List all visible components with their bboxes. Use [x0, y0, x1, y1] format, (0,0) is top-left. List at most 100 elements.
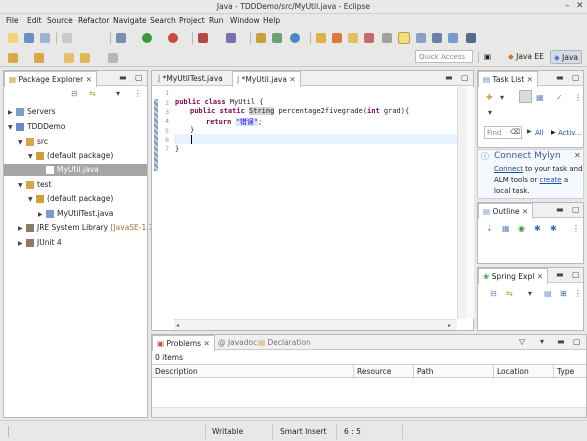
create-link[interactable]: create [539, 176, 561, 184]
maximize-icon[interactable]: ▢ [572, 73, 580, 82]
maximize-icon[interactable]: ▢ [573, 337, 581, 346]
toggle-mark-icon[interactable] [382, 33, 392, 43]
column-location[interactable]: Location [494, 365, 554, 379]
tree-item-myutil-java[interactable]: MyUtil.java [4, 164, 147, 176]
problems-horizontal-scrollbar[interactable] [152, 407, 586, 417]
previous-annotation-icon[interactable] [34, 53, 44, 63]
minimize-icon[interactable]: ▬ [556, 73, 564, 82]
next-annotation-icon[interactable] [8, 53, 18, 63]
collapse-all-icon[interactable]: ⊟ [490, 289, 497, 298]
tab-problems[interactable]: ▣ Problems ✕ [152, 335, 215, 351]
menu-help[interactable]: Help [263, 16, 280, 25]
menu-run[interactable]: Run [209, 16, 223, 25]
save-icon[interactable] [24, 33, 34, 43]
minimize-icon[interactable]: ▬ [119, 73, 127, 82]
filter-icon[interactable]: ▾ [528, 289, 532, 298]
column-type[interactable]: Type [554, 365, 586, 379]
tab-package-explorer[interactable]: ▦ Package Explorer ✕ [4, 71, 97, 87]
highlight-icon[interactable] [398, 32, 410, 44]
tree-item-src[interactable]: ▼ src [18, 136, 48, 148]
coverage-icon[interactable] [226, 33, 236, 43]
minimize-icon[interactable]: ▬ [557, 337, 565, 346]
column-path[interactable]: Path [414, 365, 494, 379]
search-icon[interactable] [348, 33, 358, 43]
perspective-java-ee[interactable]: ◆ Java EE [505, 50, 547, 64]
maximize-icon[interactable]: ▢ [572, 270, 580, 279]
hide-nonpublic-icon[interactable]: ✱ [534, 224, 541, 233]
tree-item-src-default-package[interactable]: ▼ (default package) [28, 150, 113, 162]
new-task-icon[interactable]: ✚ [486, 93, 493, 102]
stop-icon[interactable] [198, 33, 208, 43]
code-area[interactable]: public class MyUtil { public static Stri… [174, 87, 459, 317]
open-type-icon[interactable] [316, 33, 326, 43]
column-description[interactable]: Description [152, 365, 354, 379]
view-menu-icon[interactable]: ▾ [540, 337, 544, 346]
tree-item-tdddemo[interactable]: ▼ TDDDemo [8, 121, 65, 133]
maximize-icon[interactable]: ▢ [135, 73, 143, 82]
all-categories-link[interactable]: All [535, 129, 544, 137]
minimize-icon[interactable]: ▬ [556, 270, 564, 279]
tab-outline[interactable]: ▤ Outline ✕ [478, 203, 534, 219]
save-all-icon[interactable] [40, 33, 50, 43]
menu-file[interactable]: File [6, 16, 19, 25]
column-resource[interactable]: Resource [354, 365, 414, 379]
tree-item-myutiltest-java[interactable]: ▶ MyUtilTest.java [38, 208, 113, 220]
sort-icon[interactable]: ⇣ [486, 224, 493, 233]
close-icon[interactable]: ✕ [574, 151, 581, 160]
menu-refactor[interactable]: Refactor [78, 16, 109, 25]
menu-search[interactable]: Search [150, 16, 176, 25]
scheduled-icon[interactable]: ▦ [536, 93, 544, 102]
minimize-icon[interactable]: ▬ [556, 205, 564, 214]
collapse-all-icon[interactable]: ⊟ [71, 89, 78, 98]
open-task-icon[interactable] [332, 33, 342, 43]
filter-icon[interactable]: ▽ [519, 337, 525, 346]
debug-icon[interactable] [116, 33, 126, 43]
tab-myutiltest-java[interactable]: J *MyUtilTest.java [154, 71, 227, 86]
hide-completed-icon[interactable]: ✓ [556, 93, 563, 102]
tree-item-test-default-package[interactable]: ▼ (default package) [28, 193, 113, 205]
categorized-toggle[interactable] [519, 90, 532, 103]
vertical-scrollbar[interactable] [457, 87, 467, 319]
print-icon[interactable] [62, 33, 72, 43]
new-icon[interactable] [8, 33, 18, 43]
tree-item-test[interactable]: ▼ test [18, 179, 51, 191]
menu-project[interactable]: Project [179, 16, 205, 25]
view-menu-icon[interactable]: ⋮ [572, 224, 580, 233]
view-menu-icon[interactable]: ⋮ [134, 89, 142, 98]
new-task-dropdown-icon[interactable]: ▾ [500, 93, 504, 102]
show-beans-icon[interactable]: ⊞ [560, 289, 567, 298]
clear-find-icon[interactable]: ⌫ [510, 128, 520, 136]
hide-fields-icon[interactable]: ▦ [502, 224, 510, 233]
run-icon[interactable] [142, 33, 152, 43]
menu-navigate[interactable]: Navigate [113, 16, 147, 25]
close-window-icon[interactable]: ✕ [576, 1, 584, 11]
perspective-java[interactable]: ◆ Java [550, 50, 583, 64]
tab-declaration[interactable]: ▤ Declaration [254, 335, 315, 350]
word-wrap-icon[interactable] [448, 33, 458, 43]
annotation-icon[interactable] [364, 33, 374, 43]
tab-myutil-java[interactable]: J *MyUtil.java ✕ [232, 71, 301, 87]
link-editor-icon[interactable]: ⇆ [506, 289, 513, 298]
forward-icon[interactable] [108, 53, 118, 63]
back-icon[interactable] [80, 53, 90, 63]
external-tools-icon[interactable] [168, 33, 178, 43]
quick-access-input[interactable]: Quick Access [415, 50, 473, 63]
pin-icon[interactable] [466, 33, 476, 43]
minimize-icon[interactable]: ▬ [445, 73, 453, 82]
maximize-icon[interactable]: ▢ [572, 205, 580, 214]
open-perspective-button[interactable]: ▣ [481, 50, 494, 64]
toggle-block-icon[interactable] [416, 33, 426, 43]
show-whitespace-icon[interactable] [432, 33, 442, 43]
menu-window[interactable]: Window [230, 16, 260, 25]
hide-static-icon[interactable]: ◉ [518, 224, 525, 233]
tree-item-servers[interactable]: ▶ Servers [8, 106, 56, 118]
tab-task-list[interactable]: ▤ Task List ✕ [478, 71, 538, 87]
minimize-window-icon[interactable]: – [565, 1, 570, 11]
hide-local-types-icon[interactable]: ✱ [550, 224, 557, 233]
new-class-icon[interactable] [290, 33, 300, 43]
menu-source[interactable]: Source [47, 16, 73, 25]
view-menu-icon[interactable]: ⋮ [574, 289, 582, 298]
activate-link[interactable]: Activ... [558, 129, 581, 137]
new-package-icon[interactable] [272, 33, 282, 43]
menu-edit[interactable]: Edit [27, 16, 42, 25]
